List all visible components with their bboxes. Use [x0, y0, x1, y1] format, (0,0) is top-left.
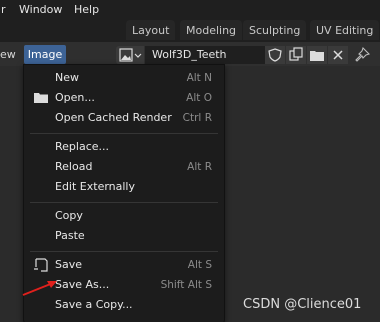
menu-help[interactable]: Help	[74, 0, 99, 20]
menu-item-label: Save As...	[55, 278, 110, 291]
blender-image-editor: r Window Help Layout Modeling Sculpting …	[0, 0, 380, 322]
menu-separator	[30, 133, 218, 134]
menu-item-save[interactable]: Save Alt S	[24, 255, 224, 275]
workspace-tabs: Layout Modeling Sculpting UV Editing	[120, 20, 380, 42]
watermark-text: CSDN @Clience01	[243, 297, 362, 312]
menu-separator	[30, 251, 218, 252]
editor-area-right	[224, 66, 380, 322]
menu-item-label: Reload	[55, 160, 93, 173]
menu-window[interactable]: Window	[19, 0, 62, 20]
menu-item-reload[interactable]: Reload Alt R	[24, 157, 224, 177]
menu-item-shortcut: Alt O	[186, 92, 212, 104]
top-menu-bar: r Window Help	[0, 0, 380, 20]
open-image-button[interactable]	[307, 46, 327, 64]
menu-item-label: Open Cached Render	[55, 111, 172, 124]
shield-icon	[268, 48, 282, 62]
view-menu[interactable]: ew	[0, 46, 16, 64]
pin-icon	[355, 46, 371, 62]
folder-icon	[33, 91, 49, 105]
menu-item-replace[interactable]: Replace...	[24, 137, 224, 157]
menu-item-label: Open...	[55, 91, 95, 104]
folder-icon	[310, 51, 324, 61]
save-icon	[33, 258, 49, 272]
menu-item-label: Edit Externally	[55, 180, 136, 193]
duplicate-icon	[289, 47, 303, 61]
menu-item-save-a-copy[interactable]: Save a Copy...	[24, 295, 224, 315]
image-name-field[interactable]: Wolf3D_Teeth	[145, 46, 270, 64]
new-image-button[interactable]	[286, 46, 306, 64]
annotation-arrow	[22, 281, 57, 296]
menu-item-open[interactable]: Open... Alt O	[24, 88, 224, 108]
menu-item-shortcut: Alt R	[187, 161, 212, 173]
menu-item-shortcut: Ctrl R	[182, 112, 212, 124]
tab-uv-editing[interactable]: UV Editing	[310, 20, 380, 40]
menu-separator	[30, 202, 218, 203]
image-menu-button[interactable]: Image	[24, 45, 66, 64]
menu-item-shortcut: Alt S	[187, 259, 212, 271]
menu-item-shortcut: Alt N	[186, 72, 212, 84]
menu-item-label: Save a Copy...	[55, 298, 133, 311]
menu-item-label: Paste	[55, 229, 85, 242]
unlink-image-button[interactable]	[328, 46, 348, 64]
menu-item-label: Replace...	[55, 140, 110, 153]
browse-image-button[interactable]	[116, 46, 144, 64]
tab-sculpting[interactable]: Sculpting	[243, 20, 307, 40]
menu-item-label: Save	[55, 258, 83, 271]
top-bar-filler	[0, 20, 120, 42]
menu-item-copy[interactable]: Copy	[24, 206, 224, 226]
fake-user-button[interactable]	[265, 46, 285, 64]
menu-item-open-cached-render[interactable]: Open Cached Render Ctrl R	[24, 108, 224, 128]
menu-render[interactable]: r	[1, 0, 6, 20]
menu-item-shortcut: Shift Alt S	[160, 279, 212, 291]
tab-modeling[interactable]: Modeling	[180, 20, 243, 40]
menu-item-label: Copy	[55, 209, 83, 222]
menu-item-paste[interactable]: Paste	[24, 226, 224, 246]
menu-item-edit-externally[interactable]: Edit Externally	[24, 177, 224, 197]
menu-item-label: New	[55, 71, 79, 84]
pin-button[interactable]	[352, 46, 372, 64]
menu-item-new[interactable]: New Alt N	[24, 68, 224, 88]
tab-layout[interactable]: Layout	[126, 20, 176, 40]
close-icon	[333, 50, 343, 60]
image-icon	[119, 48, 142, 62]
